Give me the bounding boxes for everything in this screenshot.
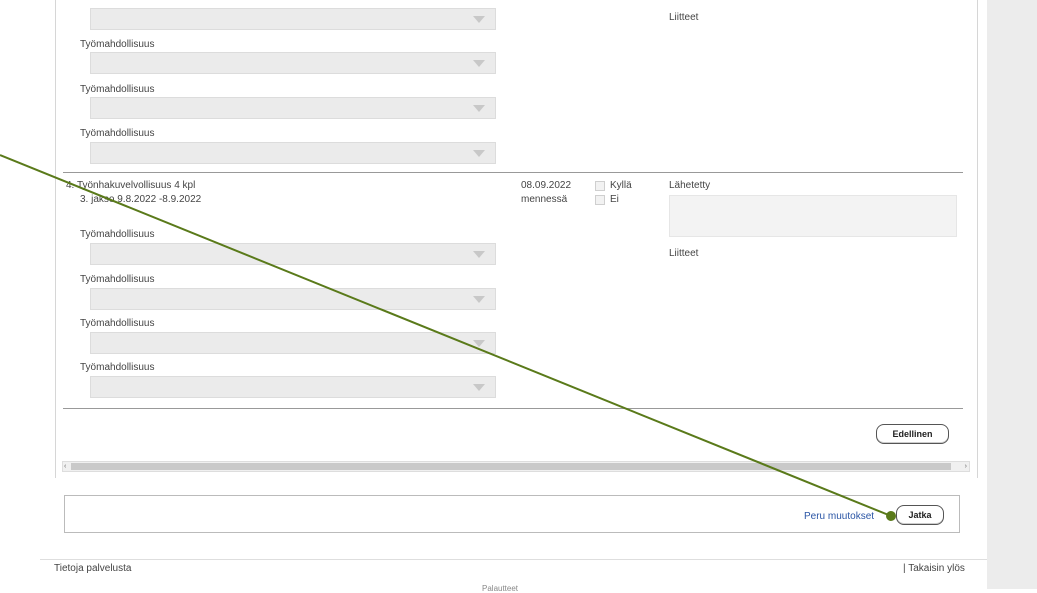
annotation-line — [0, 154, 892, 517]
annotation-dot-icon — [886, 511, 896, 521]
annotation-arrow — [0, 154, 896, 521]
